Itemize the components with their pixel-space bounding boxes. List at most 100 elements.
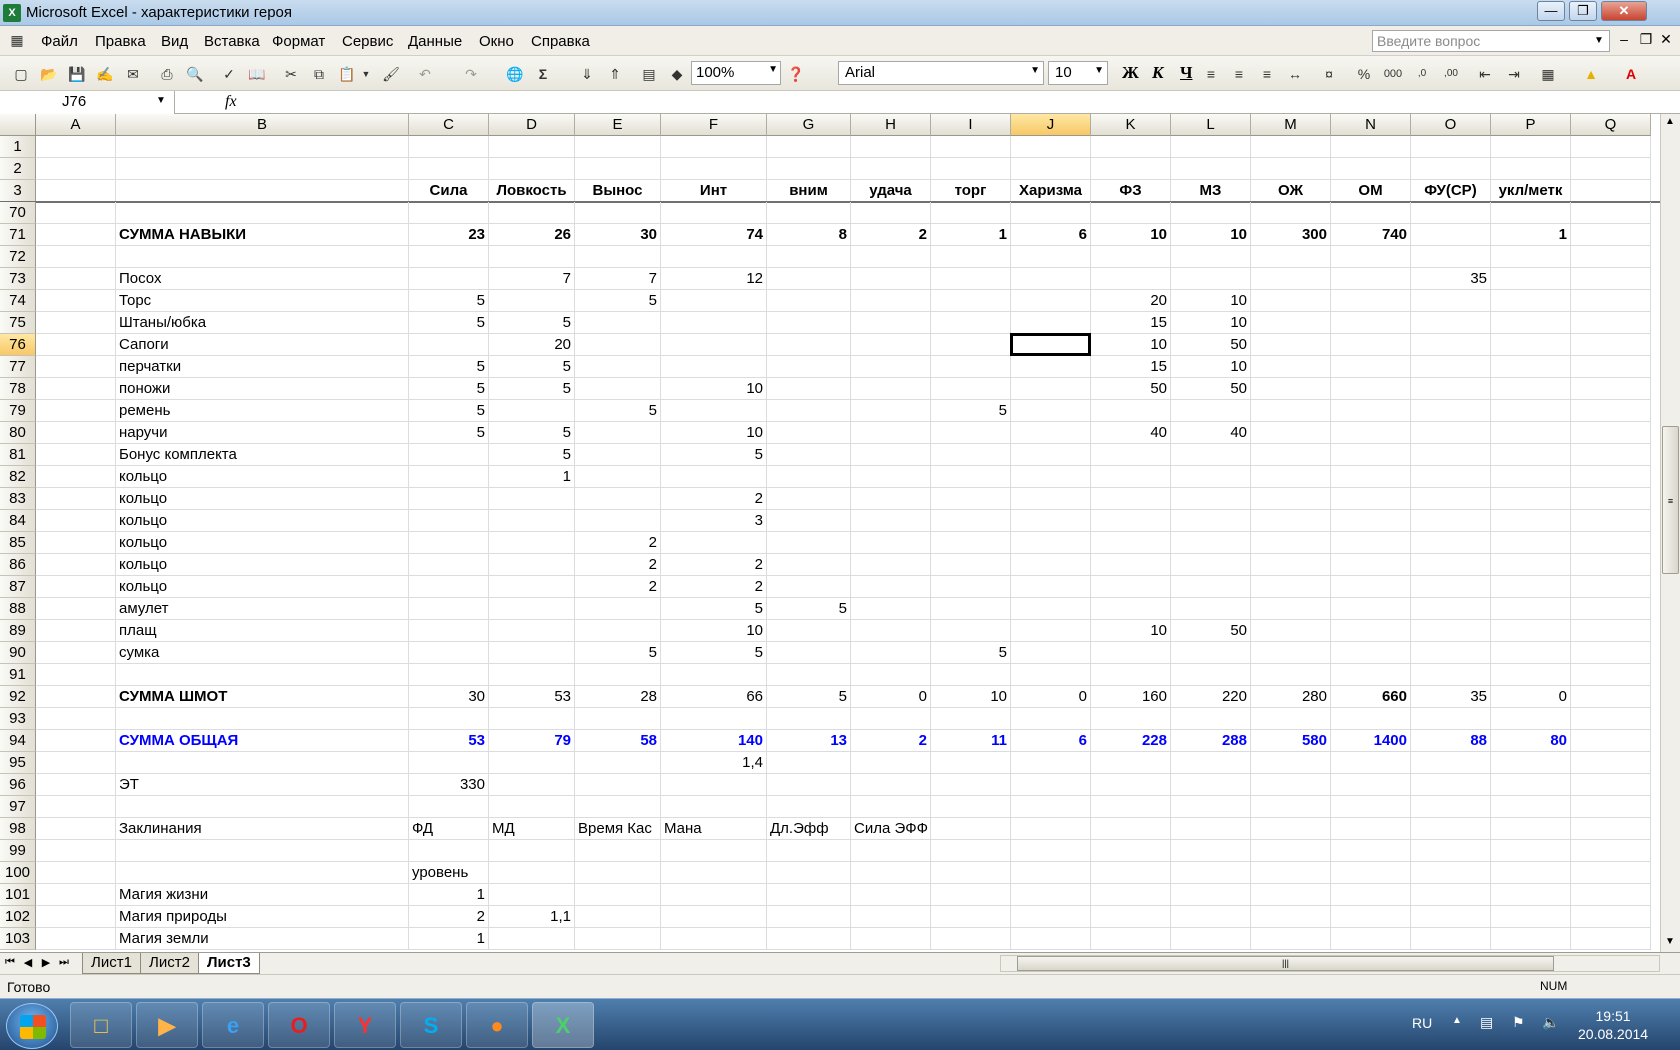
cell-l93[interactable]: [1171, 708, 1251, 730]
cell-g95[interactable]: [767, 752, 851, 774]
row-header[interactable]: 90: [0, 642, 36, 664]
cell-b98[interactable]: Заклинания: [116, 818, 409, 840]
cell-d1[interactable]: [489, 136, 575, 158]
bold-icon[interactable]: Ж: [1122, 63, 1139, 83]
cell-g101[interactable]: [767, 884, 851, 906]
cell-i84[interactable]: [931, 510, 1011, 532]
cell-d93[interactable]: [489, 708, 575, 730]
cell-i92[interactable]: 10: [931, 686, 1011, 708]
cell-g77[interactable]: [767, 356, 851, 378]
cell-g103[interactable]: [767, 928, 851, 950]
cell-m2[interactable]: [1251, 158, 1331, 180]
cell-m71[interactable]: 300: [1251, 224, 1331, 246]
cell-b70[interactable]: [116, 202, 409, 224]
cell-d3[interactable]: Ловкость: [489, 180, 575, 202]
cell-n88[interactable]: [1331, 598, 1411, 620]
menu-data[interactable]: Данные: [408, 33, 462, 50]
cell-f99[interactable]: [661, 840, 767, 862]
cell-a97[interactable]: [36, 796, 116, 818]
cell-f79[interactable]: [661, 400, 767, 422]
cell-a103[interactable]: [36, 928, 116, 950]
cell-k3[interactable]: ФЗ: [1091, 180, 1171, 202]
cell-m1[interactable]: [1251, 136, 1331, 158]
cell-p74[interactable]: [1491, 290, 1571, 312]
cell-g75[interactable]: [767, 312, 851, 334]
cell-p76[interactable]: [1491, 334, 1571, 356]
cell-f72[interactable]: [661, 246, 767, 268]
spreadsheet-grid[interactable]: A B C D E F G H I J K L M N O P Q 1 2 3 Сила Ловкость Вынос Инт…: [0, 114, 1660, 952]
column-header-e[interactable]: E: [575, 114, 661, 136]
cell-g3[interactable]: вним: [767, 180, 851, 202]
cell-f88[interactable]: 5: [661, 598, 767, 620]
cell-p85[interactable]: [1491, 532, 1571, 554]
cell-e81[interactable]: [575, 444, 661, 466]
cell-k87[interactable]: [1091, 576, 1171, 598]
cell-m76[interactable]: [1251, 334, 1331, 356]
cell-o73[interactable]: 35: [1411, 268, 1491, 290]
cell-q89[interactable]: [1571, 620, 1651, 642]
save-icon[interactable]: 💾: [66, 64, 88, 84]
prev-sheet-icon[interactable]: ◀: [22, 956, 34, 969]
active-cell-border[interactable]: [1010, 333, 1091, 356]
cell-h103[interactable]: [851, 928, 931, 950]
cell-p88[interactable]: [1491, 598, 1571, 620]
cell-l74[interactable]: 10: [1171, 290, 1251, 312]
cell-a3[interactable]: [36, 180, 116, 202]
cell-c80[interactable]: 5: [409, 422, 489, 444]
start-button[interactable]: [6, 1003, 58, 1049]
cell-n93[interactable]: [1331, 708, 1411, 730]
cell-e89[interactable]: [575, 620, 661, 642]
column-header-q[interactable]: Q: [1571, 114, 1651, 136]
cell-b72[interactable]: [116, 246, 409, 268]
cell-h75[interactable]: [851, 312, 931, 334]
cell-k78[interactable]: 50: [1091, 378, 1171, 400]
cell-i101[interactable]: [931, 884, 1011, 906]
menu-window[interactable]: Окно: [479, 33, 514, 50]
cell-e88[interactable]: [575, 598, 661, 620]
cell-b76[interactable]: Сапоги: [116, 334, 409, 356]
cell-f103[interactable]: [661, 928, 767, 950]
cell-p78[interactable]: [1491, 378, 1571, 400]
cell-j91[interactable]: [1011, 664, 1091, 686]
cell-j98[interactable]: [1011, 818, 1091, 840]
cell-n102[interactable]: [1331, 906, 1411, 928]
percent-icon[interactable]: %: [1353, 64, 1375, 84]
align-center-icon[interactable]: ≡: [1228, 64, 1250, 84]
cell-i71[interactable]: 1: [931, 224, 1011, 246]
cell-j1[interactable]: [1011, 136, 1091, 158]
cell-e90[interactable]: 5: [575, 642, 661, 664]
cell-m89[interactable]: [1251, 620, 1331, 642]
cell-e82[interactable]: [575, 466, 661, 488]
cell-m85[interactable]: [1251, 532, 1331, 554]
cell-m87[interactable]: [1251, 576, 1331, 598]
cell-h84[interactable]: [851, 510, 931, 532]
copy-icon[interactable]: ⧉: [308, 64, 330, 84]
cell-o93[interactable]: [1411, 708, 1491, 730]
cell-l71[interactable]: 10: [1171, 224, 1251, 246]
cell-g76[interactable]: [767, 334, 851, 356]
cell-c103[interactable]: 1: [409, 928, 489, 950]
cell-k73[interactable]: [1091, 268, 1171, 290]
cell-a79[interactable]: [36, 400, 116, 422]
cell-p73[interactable]: [1491, 268, 1571, 290]
cell-n95[interactable]: [1331, 752, 1411, 774]
cell-j101[interactable]: [1011, 884, 1091, 906]
cell-b82[interactable]: кольцо: [116, 466, 409, 488]
cell-b89[interactable]: плащ: [116, 620, 409, 642]
row-header[interactable]: 71: [0, 224, 36, 246]
cell-f91[interactable]: [661, 664, 767, 686]
cell-i89[interactable]: [931, 620, 1011, 642]
vertical-scroll-thumb[interactable]: ≡: [1662, 426, 1679, 574]
cell-a89[interactable]: [36, 620, 116, 642]
cell-l1[interactable]: [1171, 136, 1251, 158]
cell-l90[interactable]: [1171, 642, 1251, 664]
cell-i80[interactable]: [931, 422, 1011, 444]
cell-o1[interactable]: [1411, 136, 1491, 158]
row-header[interactable]: 98: [0, 818, 36, 840]
hyperlink-icon[interactable]: 🌐: [504, 64, 526, 84]
cell-n71[interactable]: 740: [1331, 224, 1411, 246]
cell-d80[interactable]: 5: [489, 422, 575, 444]
row-header[interactable]: 103: [0, 928, 36, 950]
cell-m99[interactable]: [1251, 840, 1331, 862]
cell-g70[interactable]: [767, 202, 851, 224]
